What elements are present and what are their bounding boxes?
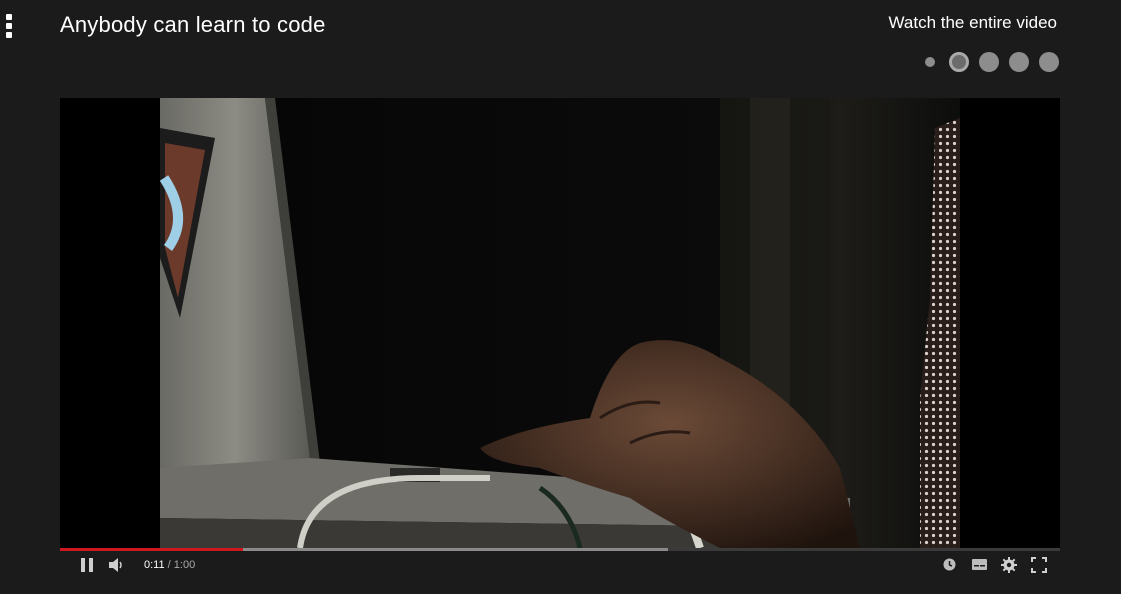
fullscreen-icon — [1031, 556, 1047, 573]
clock-icon — [943, 558, 955, 571]
settings-button[interactable] — [994, 551, 1024, 578]
step-dot-4[interactable] — [1009, 52, 1029, 72]
video-player[interactable]: 0:11 / 1:00 — [60, 98, 1060, 578]
player-controls: 0:11 / 1:00 — [60, 551, 1060, 578]
fullscreen-button[interactable] — [1024, 551, 1054, 578]
step-dot-1[interactable] — [925, 57, 935, 67]
page: Anybody can learn to code Watch the enti… — [0, 0, 1121, 594]
time-separator: / — [167, 558, 171, 571]
watch-entire-video-link[interactable]: Watch the entire video — [888, 13, 1057, 33]
step-dot-3[interactable] — [979, 52, 999, 72]
watch-later-button[interactable] — [934, 551, 964, 578]
volume-icon — [109, 557, 122, 572]
captions-button[interactable] — [964, 551, 994, 578]
volume-button[interactable] — [102, 551, 132, 578]
duration: 1:00 — [173, 558, 196, 571]
pause-icon — [81, 557, 93, 572]
video-frame[interactable] — [160, 98, 960, 548]
pause-button[interactable] — [72, 551, 102, 578]
time-display: 0:11 / 1:00 — [144, 559, 195, 571]
step-indicator — [925, 52, 1059, 72]
step-dot-5[interactable] — [1039, 52, 1059, 72]
page-title: Anybody can learn to code — [60, 12, 326, 37]
captions-icon — [971, 559, 987, 570]
step-dot-2[interactable] — [949, 52, 969, 72]
gear-icon — [1001, 556, 1017, 573]
right-controls — [934, 551, 1054, 578]
video-frame-image — [160, 98, 960, 548]
current-time: 0:11 — [144, 558, 165, 571]
more-vertical-icon[interactable] — [5, 14, 13, 38]
